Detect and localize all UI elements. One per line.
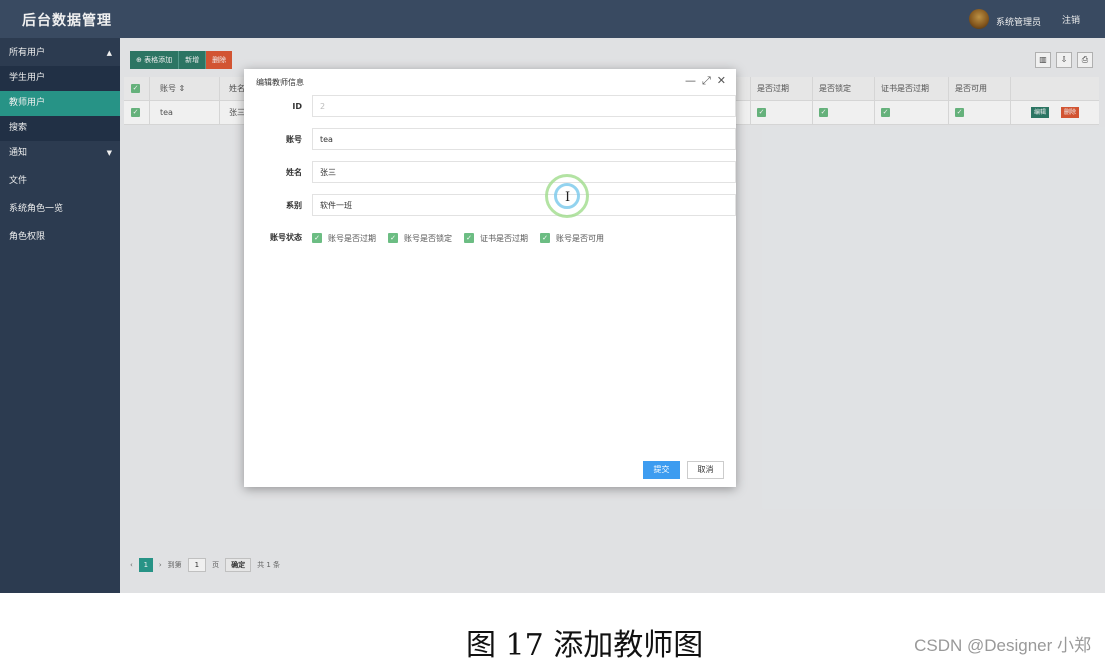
checkbox-checked-icon: ✓ xyxy=(540,233,550,243)
field-label: 系别 xyxy=(286,201,302,210)
edit-teacher-dialog: 编辑教师信息 — ⤢ ✕ ID 2 账号 tea 姓名 张三 系别 软件一班 账… xyxy=(244,69,736,487)
cancel-button[interactable]: 取消 xyxy=(687,461,724,479)
check-account-expired[interactable]: ✓ 账号是否过期 xyxy=(312,233,376,244)
name-field[interactable]: 张三 xyxy=(312,161,736,183)
id-field: 2 xyxy=(312,95,736,117)
field-label: 账号状态 xyxy=(270,233,302,242)
checkbox-checked-icon: ✓ xyxy=(464,233,474,243)
close-icon[interactable]: ✕ xyxy=(717,74,726,88)
submit-button[interactable]: 提交 xyxy=(643,461,680,479)
field-label: 姓名 xyxy=(286,168,302,177)
check-account-enabled[interactable]: ✓ 账号是否可用 xyxy=(540,233,604,244)
watermark: CSDN @Designer 小郑 xyxy=(914,636,1091,655)
dialog-title: 编辑教师信息 xyxy=(256,78,304,87)
text-cursor-icon: I xyxy=(565,190,571,205)
form-row-department: 系别 软件一班 xyxy=(244,194,736,218)
dialog-controls: — ⤢ ✕ xyxy=(685,74,726,88)
form-row-name: 姓名 张三 xyxy=(244,161,736,185)
form-row-status: 账号状态 ✓ 账号是否过期 ✓ 账号是否锁定 ✓ 证书是否过期 ✓ 账号是否可用 xyxy=(244,226,736,250)
form-row-id: ID 2 xyxy=(244,95,736,119)
field-label: 账号 xyxy=(286,135,302,144)
checkbox-checked-icon: ✓ xyxy=(388,233,398,243)
figure-caption: 图 17 添加教师图 xyxy=(466,628,704,663)
check-cert-expired[interactable]: ✓ 证书是否过期 xyxy=(464,233,528,244)
checkbox-checked-icon: ✓ xyxy=(312,233,322,243)
maximize-icon[interactable]: ⤢ xyxy=(702,74,711,88)
check-account-locked[interactable]: ✓ 账号是否锁定 xyxy=(388,233,452,244)
minimize-icon[interactable]: — xyxy=(685,74,696,88)
department-field[interactable]: 软件一班 xyxy=(312,194,736,216)
form-row-account: 账号 tea xyxy=(244,128,736,152)
status-checkboxes: ✓ 账号是否过期 ✓ 账号是否锁定 ✓ 证书是否过期 ✓ 账号是否可用 xyxy=(312,226,604,250)
account-field[interactable]: tea xyxy=(312,128,736,150)
field-label: ID xyxy=(292,102,302,111)
